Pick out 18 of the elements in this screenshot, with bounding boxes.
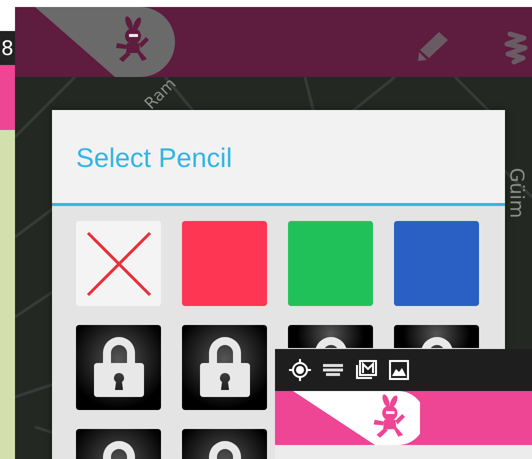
gps-crosshair-icon (289, 359, 311, 381)
color-tile[interactable] (182, 221, 267, 306)
locked-tile[interactable] (288, 325, 373, 348)
no-pencil-tile[interactable] (76, 221, 161, 306)
locked-tile[interactable] (76, 325, 161, 410)
status-time: 8 (1, 38, 14, 58)
color-tile[interactable] (394, 221, 479, 306)
locked-tile[interactable] (394, 325, 479, 348)
cross-icon (86, 230, 152, 296)
dialog-title: Select Pencil (76, 142, 232, 174)
keyboard-icon (323, 364, 343, 376)
mail-icon (355, 360, 377, 380)
image-icon (389, 360, 409, 380)
padlock-icon (198, 335, 250, 399)
padlock-icon (92, 335, 144, 399)
locked-tile[interactable] (182, 325, 267, 410)
color-tile[interactable] (288, 221, 373, 306)
map-label: Güim (505, 168, 528, 218)
